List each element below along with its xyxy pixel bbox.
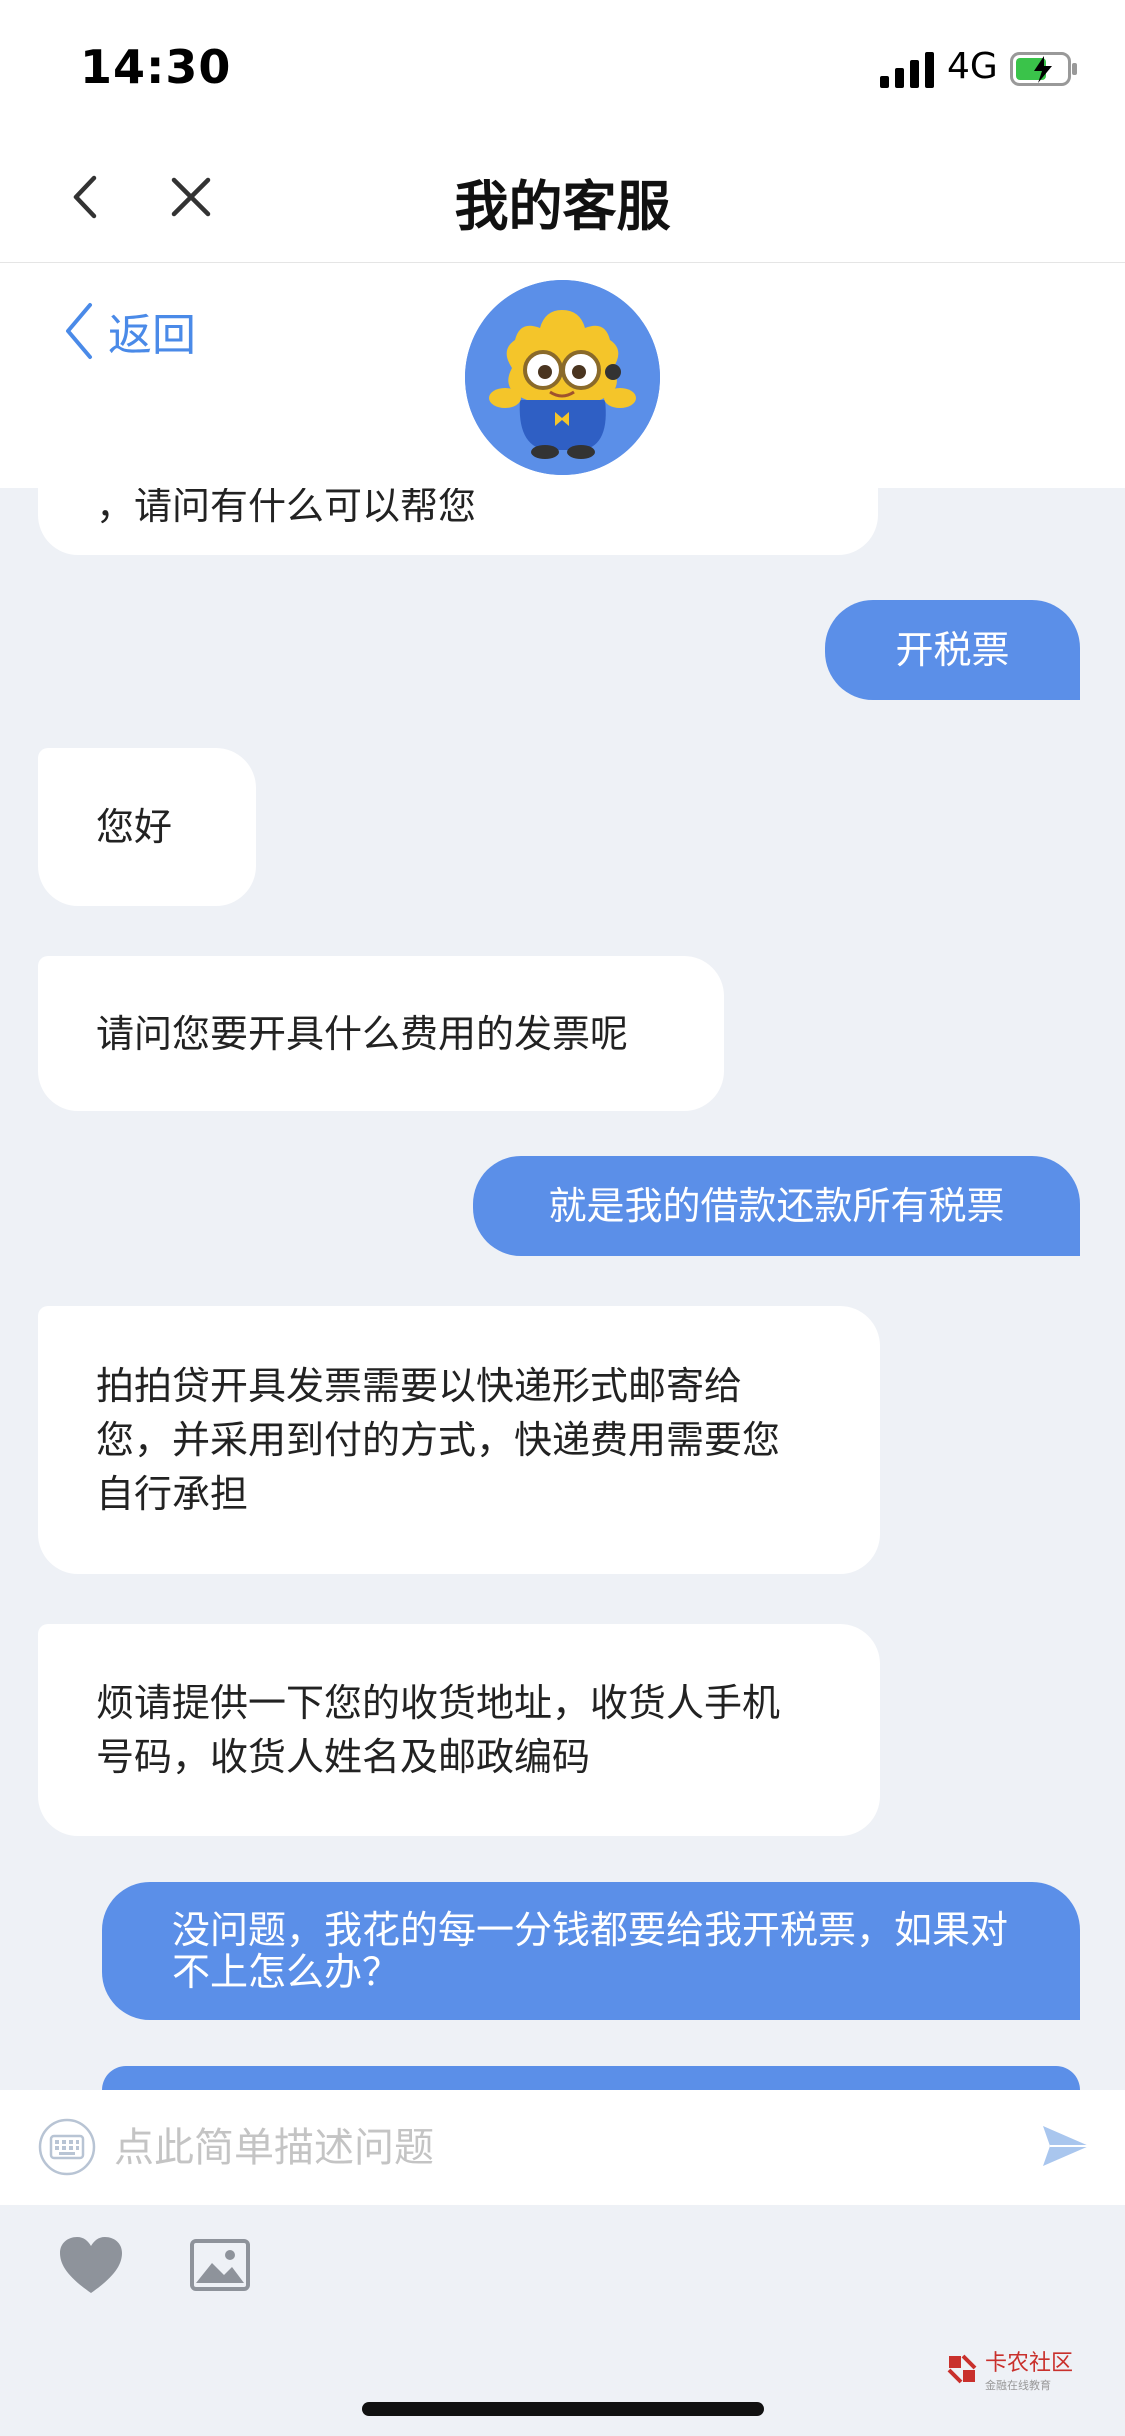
nav-bar: 我的客服: [0, 132, 1125, 263]
input-bar: [0, 2090, 1125, 2205]
watermark-logo-icon: [947, 2354, 977, 2384]
battery-icon: [1010, 52, 1077, 86]
message-bubble: 没问题，我花的每一分钱都要给我开税票，如果对不上怎么办？: [102, 1882, 1080, 2020]
message-bubble: 烦请提供一下您的收货地址，收货人手机号码，收货人姓名及邮政编码: [38, 1624, 880, 1836]
message-text: 没问题，我花的每一分钱都要给我开税票，如果对不上怎么办？: [172, 1908, 1009, 1994]
home-indicator: [362, 2402, 764, 2416]
message-bubble: 请问您要开具什么费用的发票呢: [38, 956, 724, 1111]
watermark: 卡农社区 金融在线教育: [945, 2345, 1073, 2393]
message-text: 请问您要开具什么费用的发票呢: [96, 1011, 629, 1056]
signal-icon: [880, 52, 934, 88]
message-bubble: 您好: [38, 748, 256, 906]
message-bubble: 开税票: [825, 600, 1080, 700]
message-text: 拍拍贷开具发票需要以快递形式邮寄给您，并采用到付的方式，快递费用需要您自行承担: [96, 1364, 781, 1516]
heart-icon[interactable]: [58, 2235, 124, 2295]
message-input[interactable]: [112, 2116, 1016, 2180]
network-type: 4G: [947, 46, 998, 87]
image-icon[interactable]: [190, 2239, 250, 2291]
bottom-toolbar: 卡农社区 金融在线教育: [0, 2205, 1125, 2436]
message-bubble-partial: [102, 2066, 1080, 2090]
message-bubble: 就是我的借款还款所有税票: [473, 1156, 1080, 1256]
back-arrow-icon: [66, 303, 92, 359]
message-bubble: 拍拍贷开具发票需要以快递形式邮寄给您，并采用到付的方式，快递费用需要您自行承担: [38, 1306, 880, 1574]
back-link[interactable]: 返回: [64, 301, 196, 361]
message-text: 开税票: [895, 628, 1010, 672]
status-bar: 14:30 4G: [0, 0, 1125, 132]
mascot-avatar-icon: [465, 280, 660, 475]
watermark-name: 卡农社区: [985, 2351, 1074, 2376]
send-icon[interactable]: [1040, 2120, 1092, 2172]
agent-avatar: [465, 280, 660, 475]
message-text: 烦请提供一下您的收货地址，收货人手机号码，收货人姓名及邮政编码: [96, 1681, 781, 1779]
chat-header: 返回: [0, 263, 1125, 488]
watermark-tagline: 金融在线教育: [985, 2379, 1051, 2392]
message-text: 您好: [96, 805, 173, 849]
page-title: 我的客服: [454, 175, 671, 238]
back-link-label: 返回: [108, 310, 196, 361]
message-text: 就是我的借款还款所有税票: [548, 1184, 1005, 1228]
status-time: 14:30: [80, 40, 232, 94]
keyboard-icon[interactable]: [38, 2118, 96, 2176]
